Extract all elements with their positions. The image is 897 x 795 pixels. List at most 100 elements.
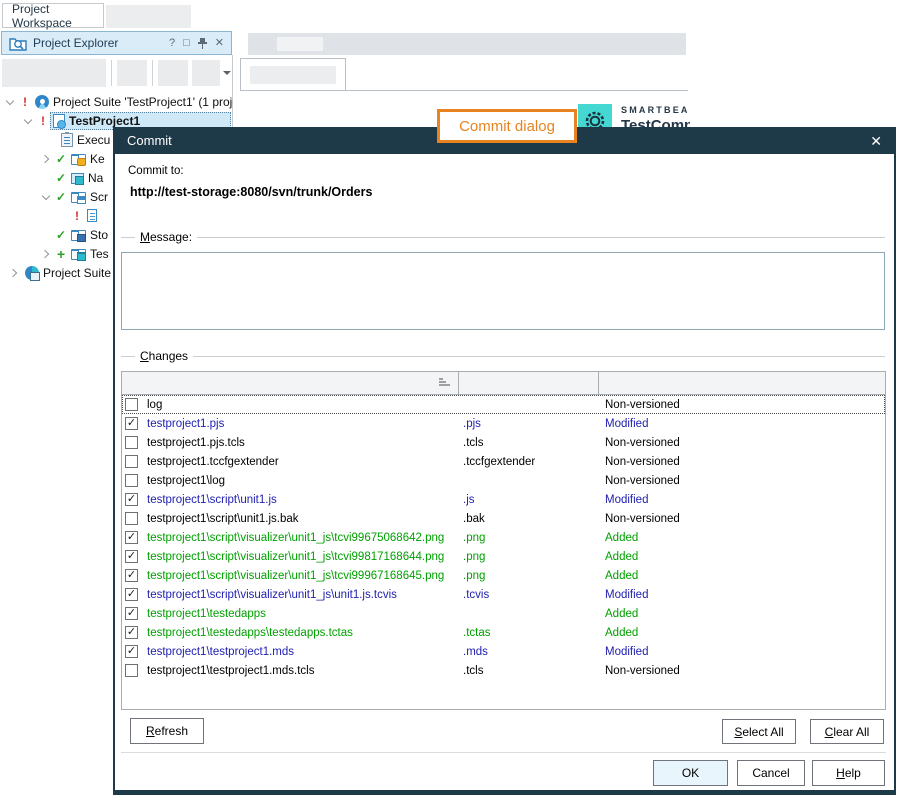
commit-message-input[interactable]: [121, 252, 885, 330]
toolbar-separator: [152, 60, 153, 86]
table-row[interactable]: testproject1\script\visualizer\unit1_js\…: [122, 585, 885, 604]
table-row[interactable]: testproject1\script\visualizer\unit1_js\…: [122, 547, 885, 566]
tree-expander-icon[interactable]: [22, 115, 36, 127]
row-checkbox[interactable]: [125, 607, 138, 620]
help-button[interactable]: Help: [812, 760, 885, 786]
toolbar-button-placeholder[interactable]: [158, 60, 188, 86]
tree-status-marker: !: [36, 114, 50, 128]
row-checkbox[interactable]: [125, 588, 138, 601]
file-name: testproject1\script\visualizer\unit1_js\…: [147, 589, 463, 601]
file-status: Non-versioned: [605, 437, 885, 449]
toolbar-button-placeholder[interactable]: [2, 59, 106, 87]
file-name: testproject1\script\visualizer\unit1_js\…: [147, 532, 463, 544]
message-group-label: Message:: [135, 230, 197, 244]
table-row[interactable]: testproject1\script\unit1.js .js Modifie…: [122, 490, 885, 509]
toolbar-dropdown-arrow-icon[interactable]: [223, 71, 231, 75]
table-row[interactable]: testproject1\testproject1.mds .mds Modif…: [122, 642, 885, 661]
tree-expander-icon[interactable]: [40, 153, 54, 165]
commit-to-label: Commit to:: [128, 165, 184, 177]
tree-item-label: Na: [88, 171, 103, 185]
column-header-name[interactable]: [122, 372, 458, 395]
pin-icon[interactable]: [198, 38, 207, 49]
table-row[interactable]: testproject1.tccfgextender .tccfgextende…: [122, 452, 885, 471]
table-row[interactable]: testproject1\script\visualizer\unit1_js\…: [122, 566, 885, 585]
toolbar-button-placeholder[interactable]: [192, 60, 220, 86]
file-status: Non-versioned: [605, 399, 885, 411]
tree-expander-icon[interactable]: [40, 191, 54, 203]
file-status: Non-versioned: [605, 665, 885, 677]
project-icon: [53, 114, 65, 128]
table-row[interactable]: testproject1.pjs.tcls .tcls Non-versione…: [122, 433, 885, 452]
tree-status-marker: !: [18, 95, 32, 109]
row-checkbox[interactable]: [125, 550, 138, 563]
file-status: Modified: [605, 646, 885, 658]
toolbar-separator: [111, 60, 112, 86]
dialog-close-icon[interactable]: ✕: [870, 134, 882, 148]
tested-apps-folder-icon: [71, 249, 86, 260]
tree-expander-icon[interactable]: [8, 267, 22, 279]
file-extension: .tcvis: [463, 589, 605, 601]
table-row[interactable]: testproject1\testedapps\testedapps.tctas…: [122, 623, 885, 642]
column-header-status[interactable]: [599, 372, 887, 395]
column-header-extension[interactable]: [459, 372, 598, 395]
redacted-toolbar-strip: [248, 33, 686, 55]
project-suite-logs-icon: [25, 266, 39, 280]
tree-item-label: Tes: [90, 247, 109, 261]
brand-name: SMARTBEAR: [621, 105, 690, 115]
clear-all-button[interactable]: Clear All: [810, 719, 884, 744]
file-status: Added: [605, 532, 885, 544]
tree-item-label: Project Suite L: [43, 266, 121, 280]
tree-item[interactable]: ! Project Suite 'TestProject1' (1 projec: [0, 92, 233, 111]
row-checkbox[interactable]: [125, 569, 138, 582]
row-checkbox[interactable]: [125, 512, 138, 525]
table-row[interactable]: testproject1\testproject1.mds.tcls .tcls…: [122, 661, 885, 680]
redacted-document-tab-label: [250, 66, 336, 84]
cancel-button[interactable]: Cancel: [737, 760, 805, 786]
row-checkbox[interactable]: [125, 455, 138, 468]
file-extension: .tcls: [463, 437, 605, 449]
file-name: log: [147, 399, 463, 411]
message-groupbox-border: [121, 237, 885, 238]
row-checkbox[interactable]: [125, 531, 138, 544]
row-checkbox[interactable]: [125, 664, 138, 677]
redacted-document-tab[interactable]: [240, 58, 346, 91]
row-checkbox[interactable]: [125, 474, 138, 487]
tree-status-marker: ✓: [54, 190, 68, 204]
file-extension: .png: [463, 532, 605, 544]
table-row[interactable]: testproject1.pjs .pjs Modified: [122, 414, 885, 433]
row-checkbox[interactable]: [125, 398, 138, 411]
file-extension: .png: [463, 551, 605, 563]
tree-expander-icon[interactable]: [4, 96, 18, 108]
keyword-tests-folder-icon: [71, 154, 86, 165]
file-name: testproject1\testedapps\testedapps.tctas: [147, 627, 463, 639]
row-checkbox[interactable]: [125, 626, 138, 639]
file-status: Added: [605, 627, 885, 639]
file-name: testproject1\script\unit1.js: [147, 494, 463, 506]
row-checkbox[interactable]: [125, 417, 138, 430]
float-window-icon[interactable]: □: [183, 38, 190, 49]
table-row[interactable]: testproject1\script\visualizer\unit1_js\…: [122, 528, 885, 547]
tree-expander-icon[interactable]: [40, 248, 54, 260]
refresh-button[interactable]: Refresh: [130, 718, 204, 744]
table-row[interactable]: testproject1\log Non-versioned: [122, 471, 885, 490]
ok-button[interactable]: OK: [653, 760, 728, 786]
table-row[interactable]: testproject1\testedapps Added: [122, 604, 885, 623]
select-all-button[interactable]: Select All: [722, 719, 796, 744]
close-panel-icon[interactable]: ✕: [215, 38, 224, 49]
file-status: Added: [605, 551, 885, 563]
toolbar-button-placeholder[interactable]: [117, 60, 147, 86]
project-explorer-header[interactable]: Project Explorer ? □ ✕: [1, 31, 232, 55]
commit-dialog: Commit ✕ Commit to: http://test-storage:…: [113, 127, 896, 795]
file-extension: .mds: [463, 646, 605, 658]
file-status: Modified: [605, 418, 885, 430]
tree-item-label: TestProject1: [69, 114, 140, 128]
row-checkbox[interactable]: [125, 436, 138, 449]
row-checkbox[interactable]: [125, 493, 138, 506]
table-row[interactable]: testproject1\script\unit1.js.bak .bak No…: [122, 509, 885, 528]
tab-project-workspace[interactable]: Project Workspace: [2, 3, 104, 28]
tab-placeholder[interactable]: [106, 5, 191, 28]
file-name: testproject1.pjs: [147, 418, 463, 430]
row-checkbox[interactable]: [125, 645, 138, 658]
table-row[interactable]: log Non-versioned: [122, 395, 885, 414]
help-icon[interactable]: ?: [169, 38, 175, 49]
